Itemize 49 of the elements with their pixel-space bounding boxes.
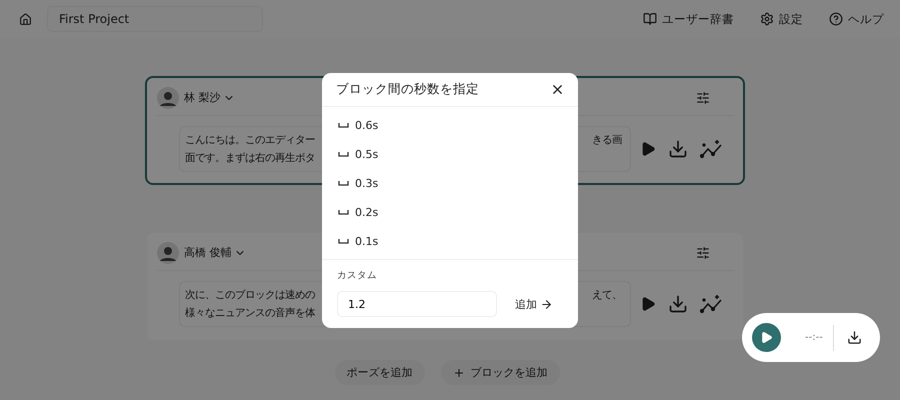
speaker-selector[interactable]: 高橋 俊輔: [184, 245, 246, 260]
play-button[interactable]: [752, 323, 781, 352]
text-fragment: えて、: [592, 288, 622, 303]
home-icon: [19, 12, 32, 26]
close-icon: [550, 82, 565, 97]
space-icon: [338, 123, 349, 128]
sliders-icon: [696, 246, 710, 260]
add-button[interactable]: ブロックを追加: [440, 360, 560, 385]
sparkle-chart-icon: [700, 294, 724, 314]
add-button[interactable]: ポーズを追加: [334, 360, 424, 385]
pause-option[interactable]: 0.2s: [322, 198, 578, 227]
add-custom-button[interactable]: 追加: [513, 294, 555, 314]
dialog-title: ブロック間の秒数を指定: [336, 81, 479, 98]
pause-option[interactable]: 0.6s: [322, 111, 578, 140]
help-icon: [829, 12, 843, 26]
book-icon: [643, 12, 657, 26]
pause-option[interactable]: 0.1s: [322, 227, 578, 256]
download-icon: [668, 139, 688, 159]
avatar-icon: [157, 86, 179, 108]
settings-icon: [760, 12, 774, 26]
download-icon: [668, 294, 688, 314]
speaker-selector[interactable]: 林 梨沙: [184, 90, 234, 105]
play-icon: [640, 141, 656, 157]
project-name-field[interactable]: First Project: [47, 6, 263, 32]
nav-link[interactable]: ヘルプ: [829, 12, 884, 26]
play-icon: [760, 331, 773, 344]
nav-link[interactable]: 設定: [760, 12, 803, 26]
custom-seconds-field[interactable]: 1.2: [337, 291, 497, 317]
space-icon: [338, 152, 349, 157]
download-icon: [846, 330, 862, 345]
custom-label: カスタム: [337, 269, 378, 282]
text-fragment: 面です。まずは右の再生ボタ: [185, 151, 315, 166]
play-icon: [640, 296, 656, 312]
text-fragment: こんにちは。このエディター: [185, 133, 315, 148]
avatar-icon: [157, 242, 179, 264]
pause-option[interactable]: 0.5s: [322, 140, 578, 169]
pause-option[interactable]: 0.3s: [322, 169, 578, 198]
text-fragment: 次に、このブロックは速めの: [185, 288, 315, 303]
time-display: --:--: [805, 332, 823, 343]
text-fragment: きる画: [592, 133, 622, 148]
text-fragment: 様々なニュアンスの音声を体: [185, 306, 315, 321]
sliders-icon: [696, 90, 710, 104]
space-icon: [338, 239, 349, 244]
nav-link[interactable]: ユーザー辞書: [643, 12, 734, 26]
arrow-right-icon: [540, 298, 553, 310]
space-icon: [338, 210, 349, 215]
space-icon: [338, 181, 349, 186]
sparkle-chart-icon: [700, 139, 724, 159]
plus-icon: [452, 366, 464, 378]
